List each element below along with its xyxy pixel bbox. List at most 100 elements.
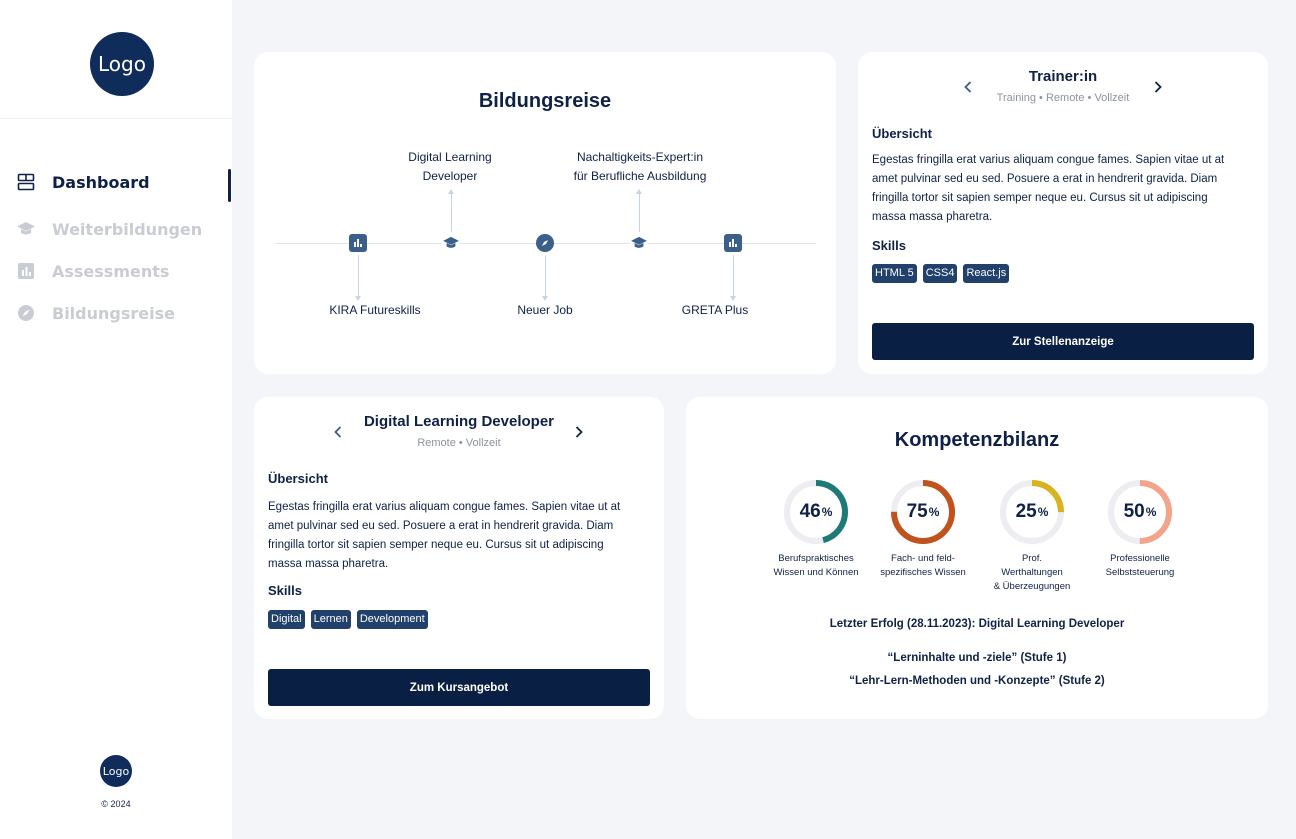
timeline-label-line: Digital Learning xyxy=(408,150,492,164)
skills-heading: Skills xyxy=(268,583,302,598)
course-subtitle: Remote • Vollzeit xyxy=(417,437,501,449)
timeline-stem xyxy=(451,192,452,232)
skill-tag: Development xyxy=(356,610,428,629)
next-button[interactable] xyxy=(1149,78,1167,96)
course-cta-button[interactable]: Zum Kursangebot xyxy=(268,669,650,706)
donut-label-line: Selbststeuerung xyxy=(1105,567,1175,578)
skills-list: HTML 5 CSS4 React.js xyxy=(872,264,1010,283)
journey-card: Bildungsreise Digital Learning Developer… xyxy=(254,52,836,374)
sidebar: Logo Dashboard Weiterbildungen Assessmen… xyxy=(0,0,232,839)
donut-label-line: Prof. xyxy=(1021,553,1043,564)
donut-value: 75% xyxy=(888,477,958,547)
donut-label-line: Professionelle xyxy=(1110,553,1170,564)
donut-unit: % xyxy=(928,505,940,519)
timeline-node-job[interactable] xyxy=(536,234,554,252)
sidebar-item-label: Assessments xyxy=(52,261,170,281)
sidebar-item-label: Bildungsreise xyxy=(52,303,175,323)
sidebar-item-assessments[interactable]: Assessments xyxy=(16,259,169,283)
donut-label-line: & Überzeugungen xyxy=(993,581,1071,592)
compass-icon xyxy=(16,303,36,323)
donut-unit: % xyxy=(1145,505,1157,519)
sidebar-item-bildungsreise[interactable]: Bildungsreise xyxy=(16,301,175,325)
donut-number: 46 xyxy=(799,501,821,522)
job-cta-button[interactable]: Zur Stellenanzeige xyxy=(872,323,1254,360)
competence-donut: 75% xyxy=(888,477,958,547)
skills-heading: Skills xyxy=(872,238,906,253)
journey-title: Bildungsreise xyxy=(478,90,612,112)
skill-tag: CSS4 xyxy=(922,264,958,283)
job-title: Trainer:in xyxy=(1028,68,1098,85)
timeline-node-course[interactable] xyxy=(630,234,648,252)
success-item: “Lehr-Lern-Methoden und -Konzepte” (Stuf… xyxy=(849,675,1105,687)
logo[interactable]: Logo xyxy=(90,32,154,96)
copyright: © 2024 xyxy=(101,799,131,809)
donut-number: 75 xyxy=(906,501,928,522)
donut-unit: % xyxy=(1037,505,1049,519)
success-item: “Lerninhalte und -ziele” (Stufe 1) xyxy=(887,652,1067,664)
job-card: Trainer:in Training • Remote • Vollzeit … xyxy=(858,52,1268,374)
arrow-up-icon xyxy=(636,189,642,194)
timeline-label-line: Nachaltigkeits-Expert:in xyxy=(576,150,704,164)
donut-label: Prof. Werthaltungen & Überzeugungen xyxy=(977,552,1087,594)
donut-label-line: Fach- und feld- xyxy=(891,553,955,564)
compass-icon xyxy=(542,240,548,246)
chevron-right-icon xyxy=(575,426,583,438)
competence-donut: 46% xyxy=(781,477,851,547)
donut-value: 25% xyxy=(997,477,1067,547)
chevron-right-icon xyxy=(1154,81,1162,93)
bar-chart-icon xyxy=(16,261,36,281)
timeline-node-course[interactable] xyxy=(442,234,460,252)
overview-heading: Übersicht xyxy=(268,471,328,486)
footer-logo: Logo xyxy=(100,755,132,787)
job-subtitle: Training • Remote • Vollzeit xyxy=(996,92,1130,104)
donut-value: 46% xyxy=(781,477,851,547)
donut-label: Fach- und feld- spezifisches Wissen xyxy=(868,552,978,580)
timeline-label-line: Developer xyxy=(422,169,478,183)
timeline-label-below: GRETA Plus xyxy=(681,303,749,317)
course-card: Digital Learning Developer Remote • Voll… xyxy=(254,397,664,719)
donut-number: 25 xyxy=(1015,501,1037,522)
donut-label-line: Wissen und Können xyxy=(773,567,859,578)
donut-label: Professionelle Selbststeuerung xyxy=(1085,552,1195,580)
timeline-node-assessment[interactable] xyxy=(724,234,742,252)
course-title: Digital Learning Developer xyxy=(363,413,555,430)
donut-unit: % xyxy=(821,505,833,519)
kompetenz-card: Kompetenzbilanz 46% Berufspraktisches Wi… xyxy=(686,397,1268,719)
graduation-cap-icon xyxy=(631,236,647,248)
donut-label-line: spezifisches Wissen xyxy=(880,567,966,578)
donut-label-line: Berufspraktisches xyxy=(778,553,854,564)
donut-value: 50% xyxy=(1105,477,1175,547)
graduation-cap-icon xyxy=(16,219,36,239)
timeline-label-above: Digital Learning Developer xyxy=(390,148,510,186)
kompetenz-title: Kompetenzbilanz xyxy=(894,429,1060,451)
timeline-stem xyxy=(545,255,546,297)
donut-label-line: Werthaltungen xyxy=(1001,567,1063,578)
timeline-stem xyxy=(733,255,734,297)
timeline-label-below: KIRA Futureskills xyxy=(329,303,421,317)
donut-number: 50 xyxy=(1123,501,1145,522)
dashboard-icon xyxy=(16,172,36,192)
overview-text: Egestas fringilla erat varius aliquam co… xyxy=(872,154,1225,223)
sidebar-item-label: Dashboard xyxy=(52,172,150,192)
timeline-stem xyxy=(639,192,640,232)
competence-donut: 25% xyxy=(997,477,1067,547)
skill-tag: HTML 5 xyxy=(872,264,917,283)
bar-chart-icon xyxy=(729,239,737,247)
skill-tag: Lernen xyxy=(310,610,351,629)
graduation-cap-icon xyxy=(443,236,459,248)
sidebar-divider xyxy=(0,118,232,119)
last-success: Letzter Erfolg (28.11.2023): Digital Lea… xyxy=(829,618,1125,630)
sidebar-item-dashboard[interactable]: Dashboard xyxy=(16,170,150,194)
timeline-stem xyxy=(358,255,359,297)
bar-chart-icon xyxy=(354,239,362,247)
sidebar-item-weiterbildungen[interactable]: Weiterbildungen xyxy=(16,217,202,241)
timeline-label-line: für Berufliche Ausbildung xyxy=(573,169,707,183)
skill-tag: Digital xyxy=(268,610,305,629)
skills-list: Digital Lernen Development xyxy=(268,610,428,629)
skill-tag: React.js xyxy=(963,264,1010,283)
timeline-node-assessment[interactable] xyxy=(349,234,367,252)
arrow-up-icon xyxy=(448,189,454,194)
donut-label: Berufspraktisches Wissen und Können xyxy=(761,552,871,580)
next-button[interactable] xyxy=(570,423,588,441)
competence-donut: 50% xyxy=(1105,477,1175,547)
